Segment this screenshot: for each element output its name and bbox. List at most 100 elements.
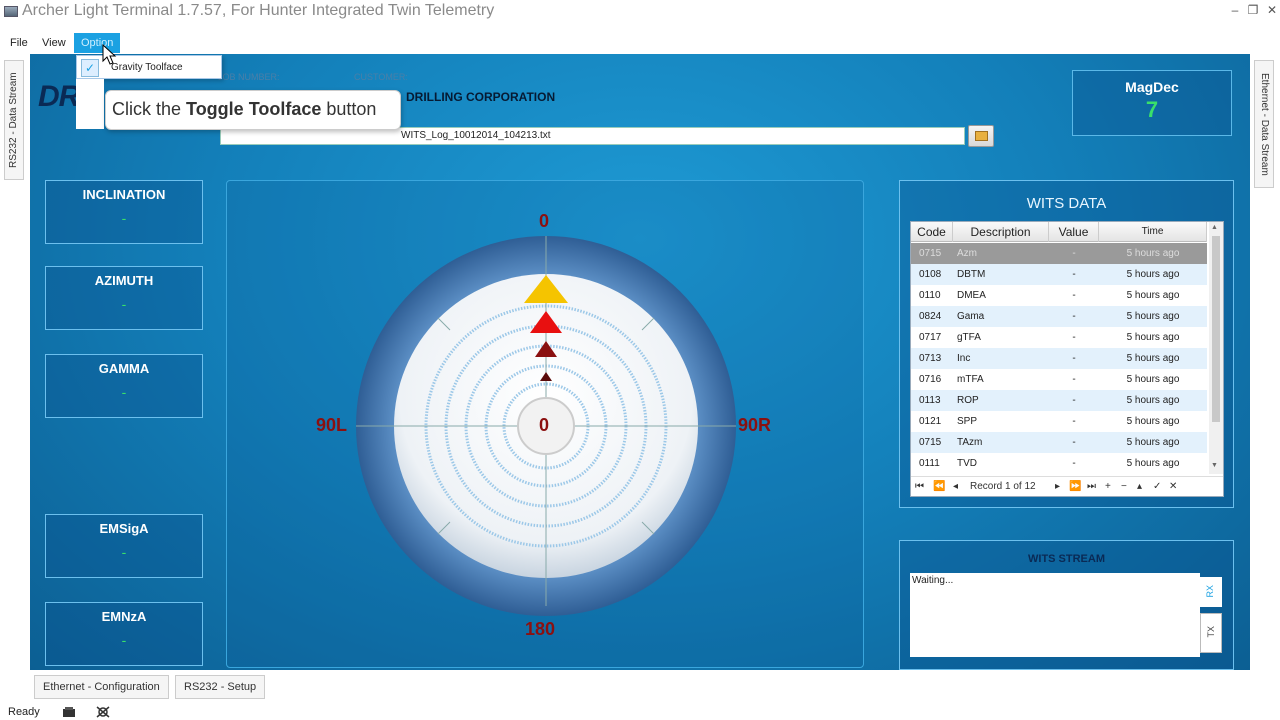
next-record-icon[interactable]: ▸: [1055, 481, 1060, 492]
cell-value: -: [1072, 395, 1076, 406]
cell-code: 0715: [919, 248, 942, 259]
cell-description: TVD: [957, 458, 977, 469]
toolface-label-right: 90R: [738, 415, 772, 435]
delete-record-icon[interactable]: −: [1121, 481, 1127, 492]
cell-time: 5 hours ago: [1126, 395, 1180, 406]
toolface-label-left: 90L: [316, 415, 348, 435]
cell-code: 0113: [919, 395, 941, 406]
column-time[interactable]: Time: [1099, 222, 1207, 242]
table-row[interactable]: 0111 TVD - 5 hours ago: [911, 453, 1207, 474]
azimuth-value: -: [121, 296, 127, 312]
tx-toggle-button[interactable]: TX: [1200, 613, 1222, 653]
cell-description: Azm: [957, 248, 977, 259]
browse-folder-button[interactable]: [968, 125, 994, 147]
menu-file[interactable]: File: [3, 33, 35, 53]
emsiga-panel: EMSigA -: [45, 514, 203, 578]
cell-value: -: [1072, 416, 1076, 427]
customer-label: CUSTOMER:: [354, 72, 408, 82]
cell-value: -: [1072, 353, 1076, 364]
cell-description: SPP: [957, 416, 978, 427]
tab-ethernet-configuration[interactable]: Ethernet - Configuration: [34, 675, 169, 699]
add-record-icon[interactable]: +: [1105, 481, 1111, 492]
cell-value: -: [1072, 332, 1076, 343]
cell-time: 5 hours ago: [1126, 437, 1180, 448]
prev-page-icon[interactable]: ⏪: [933, 481, 945, 492]
first-page-icon[interactable]: ⏮: [915, 481, 924, 492]
window-title: Archer Light Terminal 1.7.57, For Hunter…: [22, 2, 495, 19]
table-row[interactable]: 0108 DBTM - 5 hours ago: [911, 264, 1207, 285]
menu-item-gravity-toolface[interactable]: Gravity Toolface: [111, 62, 183, 73]
tx-label: TX: [1206, 626, 1216, 638]
option-menu-dropdown-extension: [76, 79, 104, 129]
cell-code: 0121: [919, 416, 942, 427]
cell-value: -: [1072, 374, 1076, 385]
grid-scrollbar[interactable]: ▲ ▼: [1209, 222, 1223, 474]
table-row[interactable]: 0121 SPP - 5 hours ago: [911, 411, 1207, 432]
last-page-icon[interactable]: ⏭: [1087, 481, 1096, 492]
prev-record-icon[interactable]: ◂: [953, 481, 958, 492]
edit-record-icon[interactable]: ▴: [1137, 481, 1142, 492]
serial-port-icon[interactable]: [62, 706, 76, 718]
tutorial-callout: Click the Toggle Toolface button: [105, 90, 401, 130]
table-row[interactable]: 0717 gTFA - 5 hours ago: [911, 327, 1207, 348]
cell-time: 5 hours ago: [1126, 269, 1180, 280]
table-row[interactable]: 0715 Azm - 5 hours ago: [911, 243, 1207, 264]
table-row[interactable]: 0113 ROP - 5 hours ago: [911, 390, 1207, 411]
network-icon[interactable]: [96, 706, 110, 718]
azimuth-label: AZIMUTH: [94, 273, 154, 288]
table-row[interactable]: 0713 Inc - 5 hours ago: [911, 348, 1207, 369]
grid-header: Code Description Value Time: [911, 222, 1207, 242]
tab-ethernet-data-stream[interactable]: Ethernet - Data Stream: [1254, 60, 1274, 188]
scroll-down-icon[interactable]: ▼: [1211, 462, 1218, 469]
mouse-cursor-icon: [102, 44, 117, 65]
column-code[interactable]: Code: [911, 222, 953, 242]
emnza-value: -: [121, 632, 127, 648]
cell-description: TAzm: [957, 437, 983, 448]
column-description[interactable]: Description: [953, 222, 1049, 242]
table-row[interactable]: 0824 Gama - 5 hours ago: [911, 306, 1207, 327]
job-number-label: JOB NUMBER:: [218, 72, 280, 82]
grid-pager: ⏮ ⏪ ◂ Record 1 of 12 ▸ ⏩ ⏭ + − ▴ ✓ ✕: [911, 476, 1223, 496]
rx-toggle-button[interactable]: RX: [1200, 577, 1222, 607]
next-page-icon[interactable]: ⏩: [1069, 481, 1081, 492]
tab-rs232-data-stream[interactable]: RS232 - Data Stream: [4, 60, 24, 180]
tab-rs232-data-stream-label: RS232 - Data Stream: [8, 72, 19, 168]
toolface-gauge-panel: 0 180 90L 90R 0: [226, 180, 864, 668]
save-record-icon[interactable]: ✓: [1153, 481, 1161, 492]
emsiga-value: -: [121, 544, 127, 560]
toolface-label-top: 0: [539, 211, 550, 231]
emsiga-label: EMSigA: [99, 521, 149, 536]
checkmark-icon: ✓: [81, 59, 99, 77]
cell-value: -: [1072, 437, 1076, 448]
scroll-up-icon[interactable]: ▲: [1211, 224, 1218, 231]
minimize-button[interactable]: –: [1226, 3, 1244, 17]
cell-code: 0824: [919, 311, 942, 322]
gamma-panel: GAMMA -: [45, 354, 203, 418]
cell-description: gTFA: [957, 332, 981, 343]
column-value[interactable]: Value: [1049, 222, 1099, 242]
tab-rs232-setup[interactable]: RS232 - Setup: [175, 675, 266, 699]
scrollbar-thumb[interactable]: [1212, 236, 1220, 422]
cell-code: 0717: [919, 332, 942, 343]
azimuth-panel: AZIMUTH -: [45, 266, 203, 330]
wits-data-title: WITS DATA: [1026, 195, 1107, 212]
wits-stream-output: Waiting...: [910, 573, 1200, 657]
table-row[interactable]: 0110 DMEA - 5 hours ago: [911, 285, 1207, 306]
restore-button[interactable]: ❐: [1244, 3, 1262, 17]
menu-view[interactable]: View: [35, 33, 73, 53]
cell-value: -: [1072, 311, 1076, 322]
cell-time: 5 hours ago: [1126, 374, 1180, 385]
cell-time: 5 hours ago: [1126, 248, 1180, 259]
table-row[interactable]: 0716 mTFA - 5 hours ago: [911, 369, 1207, 390]
callout-bold: Toggle Toolface: [186, 99, 322, 119]
cancel-record-icon[interactable]: ✕: [1169, 481, 1177, 492]
record-counter: Record 1 of 12: [970, 481, 1036, 492]
wits-stream-panel: WITS STREAM Waiting... RX TX: [899, 540, 1234, 670]
cell-code: 0713: [919, 353, 942, 364]
wits-stream-title: WITS STREAM: [1028, 553, 1105, 565]
table-row[interactable]: 0715 TAzm - 5 hours ago: [911, 432, 1207, 453]
close-button[interactable]: ✕: [1263, 3, 1280, 17]
magdec-label: MagDec: [1125, 79, 1179, 95]
callout-suffix: button: [321, 99, 377, 119]
cell-time: 5 hours ago: [1126, 416, 1180, 427]
